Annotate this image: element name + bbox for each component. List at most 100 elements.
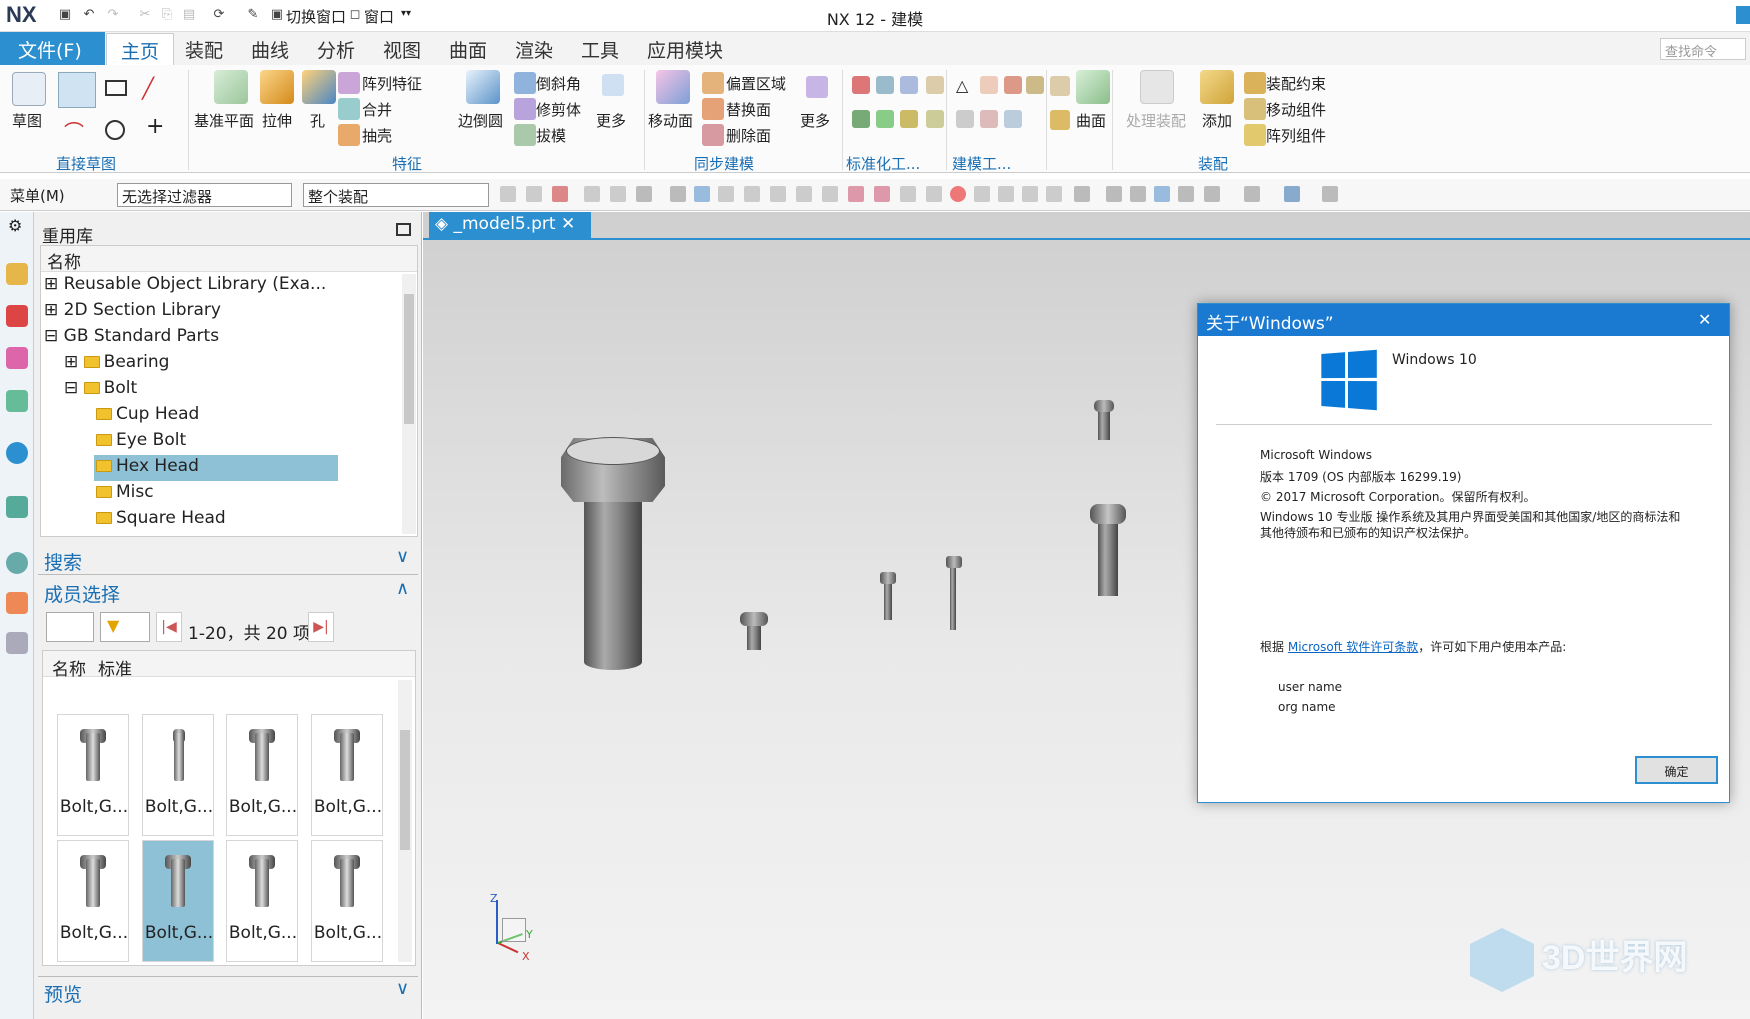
tab-application[interactable]: 应用模块 [647,36,723,63]
hex-bolt-shank[interactable] [584,500,642,670]
close-tab-icon[interactable]: ✕ [556,214,575,234]
std-tool-icon[interactable] [876,110,894,128]
tree-item-bearing[interactable]: ⊞ Bearing [64,352,169,378]
snap-icon[interactable] [974,186,990,202]
std-tool-icon[interactable] [926,110,944,128]
small-bolt-head[interactable] [1094,400,1114,412]
small-bolt-shank[interactable] [1098,520,1118,596]
snap-icon[interactable] [694,186,710,202]
snap-icon[interactable] [718,186,734,202]
part-navigator-icon[interactable] [6,263,28,285]
draft-button[interactable]: 拔模 [536,125,566,146]
modeling-tool-icon[interactable] [980,110,998,128]
file-menu[interactable]: 文件(F) [0,32,105,65]
chamfer-button[interactable]: 倒斜角 [536,73,581,94]
pattern-component-icon[interactable] [1244,124,1266,146]
trim-body-button[interactable]: 修剪体 [536,99,581,120]
tree-item-eye-bolt[interactable]: Eye Bolt [96,430,186,456]
snap-icon[interactable] [744,186,760,202]
small-bolt-head[interactable] [946,556,962,568]
extrude-icon[interactable] [260,70,294,104]
view-tool-icon[interactable] [1322,186,1338,202]
rectangle-icon[interactable] [105,80,127,96]
surface-tool-icon[interactable] [1050,110,1070,130]
constraint-navigator-icon[interactable] [6,347,28,369]
snap-icon[interactable] [950,186,966,202]
tab-assembly[interactable]: 装配 [185,36,223,63]
menu-dropdown-button[interactable]: 菜单(M) [10,185,65,206]
grid-scrollbar-thumb[interactable] [400,730,410,850]
tab-view[interactable]: 视图 [383,36,421,63]
datum-plane-icon[interactable] [214,70,248,104]
small-bolt-shank[interactable] [1098,410,1110,440]
view-tool-icon[interactable] [1204,186,1220,202]
assembly-constraint-button[interactable]: 装配约束 [1266,73,1326,94]
move-face-button[interactable]: 移动面 [648,110,693,131]
offset-region-icon[interactable] [702,72,724,94]
snap-icon[interactable] [526,186,542,202]
view-tool-icon[interactable] [1106,186,1122,202]
tree-item-2d-section-library[interactable]: ⊞ 2D Section Library [44,300,221,326]
sketch-button[interactable]: 草图 [12,110,42,131]
shell-button[interactable]: 抽壳 [362,125,392,146]
tree-item-cup-head[interactable]: Cup Head [96,404,199,430]
pattern-feature-button[interactable]: 阵列特征 [362,73,422,94]
tree-scrollbar-thumb[interactable] [404,294,414,424]
datum-plane-button[interactable]: 基准平面 [194,110,254,131]
view-mode-dropdown[interactable] [46,612,94,642]
arc-icon[interactable]: ⌒ [64,116,84,145]
settings-icon[interactable]: ⚙ [8,216,22,235]
more-feature-button[interactable]: 更多 [596,110,626,131]
edge-blend-button[interactable]: 边倒圆 [458,110,503,131]
surface-tool-icon[interactable] [1050,76,1070,96]
chevron-up-icon[interactable]: ∧ [396,578,409,599]
profile-icon[interactable] [58,72,96,108]
hd3d-tools-icon[interactable] [6,496,28,518]
tree-item-misc[interactable]: Misc [96,482,154,508]
view-tool-icon[interactable] [1178,186,1194,202]
std-tool-icon[interactable] [852,110,870,128]
snap-icon[interactable] [998,186,1014,202]
surface-icon[interactable] [1076,70,1110,104]
filter-icon[interactable]: ▼ [100,612,150,642]
tree-item-reusable-object-library[interactable]: ⊞ Reusable Object Library (Exa... [44,274,326,300]
selection-filter-select[interactable]: 无选择过滤器 [117,183,292,207]
std-tool-icon[interactable] [926,76,944,94]
snap-icon[interactable] [500,186,516,202]
triangle-icon[interactable]: △ [956,76,968,95]
unite-icon[interactable] [338,98,360,120]
command-search-input[interactable]: 查找命令 [1660,38,1746,60]
chamfer-icon[interactable] [514,72,536,94]
member-thumbnail[interactable]: Bolt,G... [57,714,129,836]
snap-icon[interactable] [1022,186,1038,202]
tree-item-square-head[interactable]: Square Head [96,508,226,534]
std-tool-icon[interactable] [876,76,894,94]
add-component-icon[interactable] [1200,70,1234,104]
tab-curve[interactable]: 曲线 [251,36,289,63]
snap-icon[interactable] [900,186,916,202]
chevron-down-icon[interactable]: ∨ [396,546,409,567]
hole-button[interactable]: 孔 [310,110,325,131]
snap-icon[interactable] [552,186,568,202]
snap-icon[interactable] [848,186,864,202]
reuse-library-icon[interactable] [6,390,28,412]
close-icon[interactable]: ✕ [1698,310,1711,329]
member-thumbnail[interactable]: Bolt,G... [311,840,383,962]
prev-page-icon[interactable]: |◀ [156,612,182,642]
std-tool-icon[interactable] [900,76,918,94]
small-bolt-head[interactable] [880,572,896,584]
snap-icon[interactable] [1074,186,1090,202]
snap-icon[interactable] [770,186,786,202]
pattern-component-button[interactable]: 阵列组件 [1266,125,1326,146]
maximize-panel-icon[interactable] [396,223,411,236]
member-select-header[interactable]: 成员选择 [44,580,120,607]
small-bolt-head[interactable] [740,612,768,626]
circle-icon[interactable] [105,120,125,140]
tree-item-bolt[interactable]: ⊟ Bolt [64,378,137,404]
tab-render[interactable]: 渲染 [515,36,553,63]
snap-icon[interactable] [610,186,626,202]
tab-surface[interactable]: 曲面 [449,36,487,63]
member-thumbnail[interactable]: Bolt,G... [311,714,383,836]
sketch-icon[interactable] [12,72,46,106]
selection-scope-select[interactable]: 整个装配 [303,183,489,207]
